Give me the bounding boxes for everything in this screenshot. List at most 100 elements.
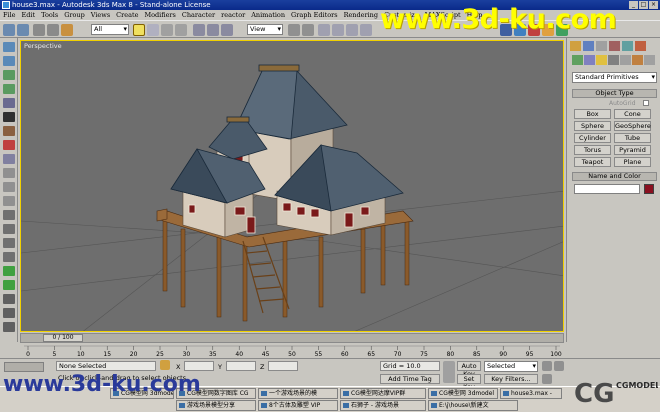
- lock-selection-icon[interactable]: [160, 360, 170, 370]
- cylinder-button[interactable]: Cylinder: [574, 133, 611, 143]
- name-and-color-rollout[interactable]: Name and Color: [572, 172, 657, 181]
- menu-rendering[interactable]: Rendering: [344, 10, 378, 20]
- pivot-center-icon[interactable]: [288, 24, 300, 36]
- menu-group[interactable]: Group: [64, 10, 85, 20]
- x-coordinate-field[interactable]: [184, 361, 214, 371]
- select-move-icon[interactable]: [193, 24, 205, 36]
- rope-collection-icon[interactable]: [3, 84, 15, 94]
- menu-file[interactable]: File: [3, 10, 16, 20]
- close-button[interactable]: ×: [649, 1, 658, 9]
- object-name-field[interactable]: [574, 184, 640, 194]
- redo-icon[interactable]: [17, 24, 29, 36]
- rigid-body-collection-icon[interactable]: [3, 42, 15, 52]
- selection-filter-dropdown[interactable]: All: [91, 24, 129, 35]
- taskbar-item-3[interactable]: 一个游戏场景的模: [258, 388, 338, 399]
- menu-views[interactable]: Views: [91, 10, 110, 20]
- geosphere-button[interactable]: GeoSphere: [614, 121, 651, 131]
- select-scale-icon[interactable]: [221, 24, 233, 36]
- motion-tab-icon[interactable]: [609, 41, 620, 51]
- spinner-snap-icon[interactable]: [360, 24, 372, 36]
- taskbar-item-7[interactable]: 游戏场景模型分享: [176, 400, 256, 411]
- select-manipulate-icon[interactable]: [302, 24, 314, 36]
- pyramid-button[interactable]: Pyramid: [614, 145, 651, 155]
- toy-car-icon[interactable]: [3, 168, 15, 178]
- object-color-swatch[interactable]: [644, 184, 654, 194]
- spring-icon[interactable]: [3, 126, 15, 136]
- sphere-button[interactable]: Sphere: [574, 121, 611, 131]
- track-bar[interactable]: 0 5 10 15 20 25 30 35 40 45 50 55 60 65 70 75 80 85 90 95 10…: [20, 344, 564, 358]
- menu-reactor[interactable]: reactor: [221, 10, 245, 20]
- lights-icon[interactable]: [596, 55, 607, 65]
- menu-graph-editors[interactable]: Graph Editors: [291, 10, 338, 20]
- systems-icon[interactable]: [644, 55, 655, 65]
- reference-coordinate-dropdown[interactable]: View: [247, 24, 283, 35]
- select-rotate-icon[interactable]: [207, 24, 219, 36]
- maximize-button[interactable]: □: [639, 1, 648, 9]
- maxscript-listener-mini[interactable]: [4, 362, 44, 372]
- torus-button[interactable]: Torus: [574, 145, 611, 155]
- analyze-world-icon[interactable]: [3, 294, 15, 304]
- menu-edit[interactable]: Edit: [22, 10, 36, 20]
- play-icon[interactable]: [554, 361, 564, 371]
- plane-button[interactable]: Plane: [614, 157, 651, 167]
- point-to-point-icon[interactable]: [3, 224, 15, 234]
- modify-tab-icon[interactable]: [583, 41, 594, 51]
- convex-hull-icon[interactable]: [3, 322, 15, 332]
- soft-body-collection-icon[interactable]: [3, 70, 15, 80]
- key-filters-button[interactable]: Key Filters...: [484, 374, 538, 384]
- create-animation-icon[interactable]: [3, 280, 15, 290]
- time-slider-thumb[interactable]: 0 / 100: [43, 334, 83, 342]
- helpers-icon[interactable]: [620, 55, 631, 65]
- cone-button[interactable]: Cone: [614, 109, 651, 119]
- y-coordinate-field[interactable]: [226, 361, 256, 371]
- plane-icon[interactable]: [3, 112, 15, 122]
- key-mode-dropdown[interactable]: Selected: [484, 361, 538, 372]
- hierarchy-tab-icon[interactable]: [596, 41, 607, 51]
- bind-space-warp-icon[interactable]: [61, 24, 73, 36]
- taskbar-item-8[interactable]: 8个古体及雕塑 VIP: [258, 400, 338, 411]
- taskbar-item-9[interactable]: 石狮子 - 游戏场景: [340, 400, 426, 411]
- undo-icon[interactable]: [3, 24, 15, 36]
- motor-icon[interactable]: [3, 182, 15, 192]
- window-crossing-icon[interactable]: [175, 24, 187, 36]
- app-icon[interactable]: [2, 1, 10, 9]
- display-tab-icon[interactable]: [622, 41, 633, 51]
- select-link-icon[interactable]: [33, 24, 45, 36]
- menu-create[interactable]: Create: [116, 10, 138, 20]
- select-by-name-icon[interactable]: [147, 24, 159, 36]
- preview-animation-icon[interactable]: [3, 266, 15, 276]
- taskbar-item-4[interactable]: CG模型网达摩VIP群: [340, 388, 426, 399]
- teapot-button[interactable]: Teapot: [574, 157, 611, 167]
- utilities-tab-icon[interactable]: [635, 41, 646, 51]
- go-to-start-icon[interactable]: [542, 361, 552, 371]
- menu-tools[interactable]: Tools: [41, 10, 58, 20]
- shapes-icon[interactable]: [584, 55, 595, 65]
- set-key-icon[interactable]: [443, 361, 455, 383]
- cameras-icon[interactable]: [608, 55, 619, 65]
- rectangular-selection-icon[interactable]: [161, 24, 173, 36]
- water-icon[interactable]: [3, 154, 15, 164]
- auto-key-button[interactable]: Auto Key: [457, 361, 481, 378]
- autogrid-checkbox[interactable]: [643, 100, 649, 106]
- geometry-icon[interactable]: [572, 55, 583, 65]
- category-dropdown[interactable]: Standard Primitives: [572, 72, 657, 83]
- angle-snap-icon[interactable]: [332, 24, 344, 36]
- unlink-icon[interactable]: [47, 24, 59, 36]
- key-mode-toggle-icon[interactable]: [542, 374, 552, 384]
- space-warps-icon[interactable]: [632, 55, 643, 65]
- create-tab-icon[interactable]: [570, 41, 581, 51]
- hinge-constraint-icon[interactable]: [3, 210, 15, 220]
- box-button[interactable]: Box: [574, 109, 611, 119]
- taskbar-item-5[interactable]: CG模型网 3dmodel: [428, 388, 498, 399]
- add-time-tag-button[interactable]: Add Time Tag: [380, 374, 440, 384]
- select-object-icon[interactable]: [133, 24, 145, 36]
- wind-icon[interactable]: [3, 196, 15, 206]
- perspective-viewport[interactable]: Perspective: [20, 40, 564, 332]
- prismatic-icon[interactable]: [3, 238, 15, 248]
- cloth-collection-icon[interactable]: [3, 56, 15, 66]
- snap-toggle-icon[interactable]: [318, 24, 330, 36]
- taskbar-item-6[interactable]: house3.max -: [500, 388, 562, 399]
- fracture-icon[interactable]: [3, 140, 15, 150]
- taskbar-item-10[interactable]: E:\j\house\新建文: [428, 400, 518, 411]
- menu-modifiers[interactable]: Modifiers: [144, 10, 175, 20]
